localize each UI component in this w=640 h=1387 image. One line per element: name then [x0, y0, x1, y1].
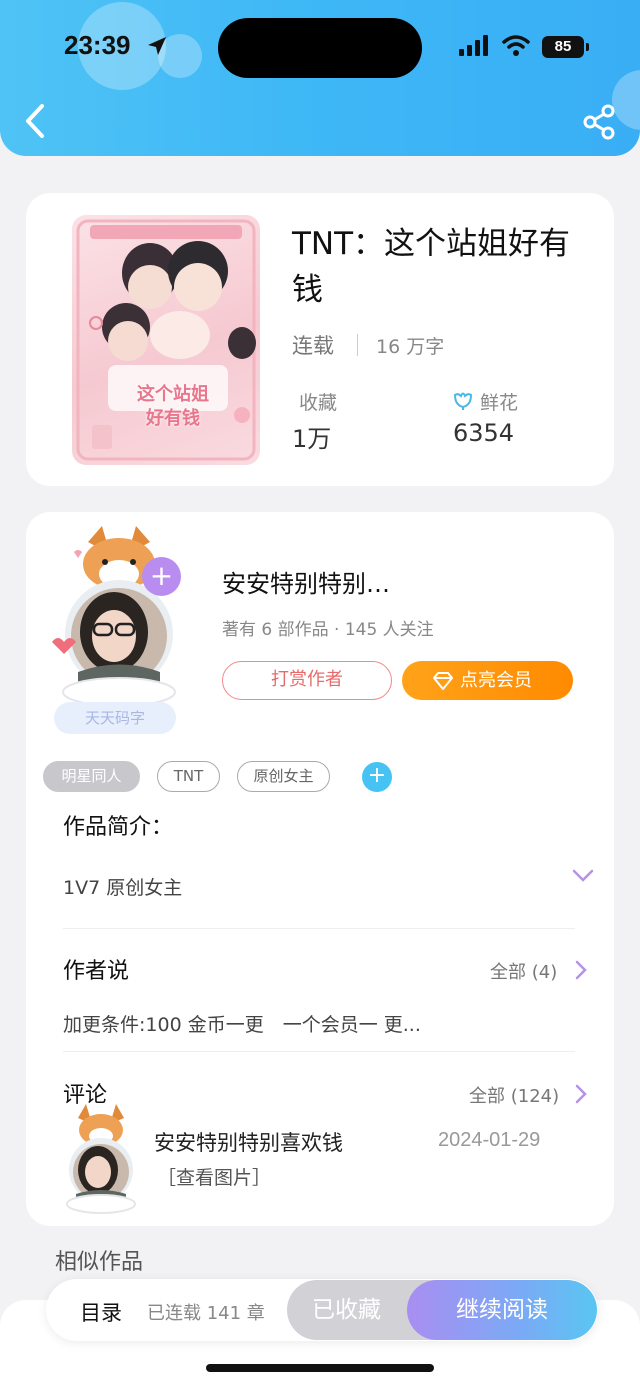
comment-view-image-link[interactable]: ［查看图片］ — [157, 1163, 271, 1190]
signal-icon — [459, 35, 488, 56]
back-icon[interactable] — [22, 102, 52, 140]
cover-title-art: 这个站姐好有钱 — [137, 384, 209, 429]
comments-view-all[interactable]: 全部 (124) — [469, 1082, 559, 1108]
author-says-title: 作者说 — [63, 959, 130, 984]
wifi-icon — [502, 35, 530, 56]
intro-title: 作品简介： — [63, 815, 174, 840]
section-divider — [63, 928, 575, 929]
comment-date: 2024-01-29 — [438, 1129, 541, 1151]
serial-status: 连载 — [292, 334, 334, 358]
flower-icon — [453, 392, 473, 410]
tag-chip[interactable]: TNT — [157, 761, 220, 792]
book-title: TNT：这个站姐好有钱 — [292, 226, 571, 308]
section-divider — [63, 1051, 575, 1052]
similar-works-title: 相似作品 — [55, 1250, 144, 1275]
chevron-right-icon[interactable] — [574, 1083, 588, 1105]
flowers-count: 6354 — [453, 419, 515, 447]
author-stats: 著有 6 部作品 · 145 人关注 — [222, 620, 434, 640]
word-count: 16 万字 — [376, 336, 445, 358]
favorites-label: 收藏 — [299, 392, 338, 414]
divider — [357, 334, 358, 356]
activate-vip-button[interactable]: 点亮会员 — [402, 661, 573, 700]
book-info-card: 这个站姐好有钱 TNT：这个站姐好有钱 连载 16 万字 收藏 1万 鲜花 63… — [26, 193, 614, 486]
author-avatar[interactable] — [44, 522, 194, 712]
battery-indicator: 85 — [542, 36, 584, 58]
commenter-avatar[interactable] — [56, 1102, 146, 1214]
daily-writing-badge: 天天码字 — [54, 702, 176, 734]
author-says-view-all[interactable]: 全部 (4) — [490, 958, 557, 984]
chevron-right-icon[interactable] — [574, 959, 588, 981]
book-detail-card: + 天天码字 安安特别特别… 著有 6 部作品 · 145 人关注 打赏作者 点… — [26, 512, 614, 1226]
diamond-icon — [433, 672, 453, 690]
battery-tip — [586, 43, 589, 51]
flowers-label: 鲜花 — [480, 392, 519, 414]
tag-chip[interactable]: 明星同人 — [43, 761, 140, 792]
home-indicator — [206, 1364, 434, 1372]
share-icon[interactable] — [582, 104, 618, 140]
status-time: 23:39 — [64, 30, 131, 60]
expand-chevron-icon[interactable] — [571, 868, 595, 884]
follow-author-button[interactable]: + — [142, 557, 181, 596]
table-of-contents-button[interactable]: 目录 — [80, 1297, 122, 1327]
book-cover[interactable]: 这个站姐好有钱 — [72, 215, 260, 465]
continue-reading-button[interactable]: 继续阅读 — [407, 1280, 597, 1340]
tip-author-button[interactable]: 打赏作者 — [222, 661, 392, 700]
favorites-count: 1万 — [292, 425, 332, 453]
author-name[interactable]: 安安特别特别… — [222, 564, 390, 599]
add-tag-button[interactable]: + — [362, 762, 392, 792]
intro-text: 1V7 原创女主 — [63, 877, 183, 899]
location-arrow-icon — [148, 37, 166, 55]
dynamic-island — [218, 18, 422, 78]
chapter-count: 已连载 141 章 — [147, 1303, 265, 1324]
author-says-text[interactable]: 加更条件:100 金币一更 一个会员一 更... — [63, 1010, 421, 1037]
tag-chip[interactable]: 原创女主 — [237, 761, 330, 792]
comment-username[interactable]: 安安特别特别喜欢钱 — [154, 1127, 343, 1157]
